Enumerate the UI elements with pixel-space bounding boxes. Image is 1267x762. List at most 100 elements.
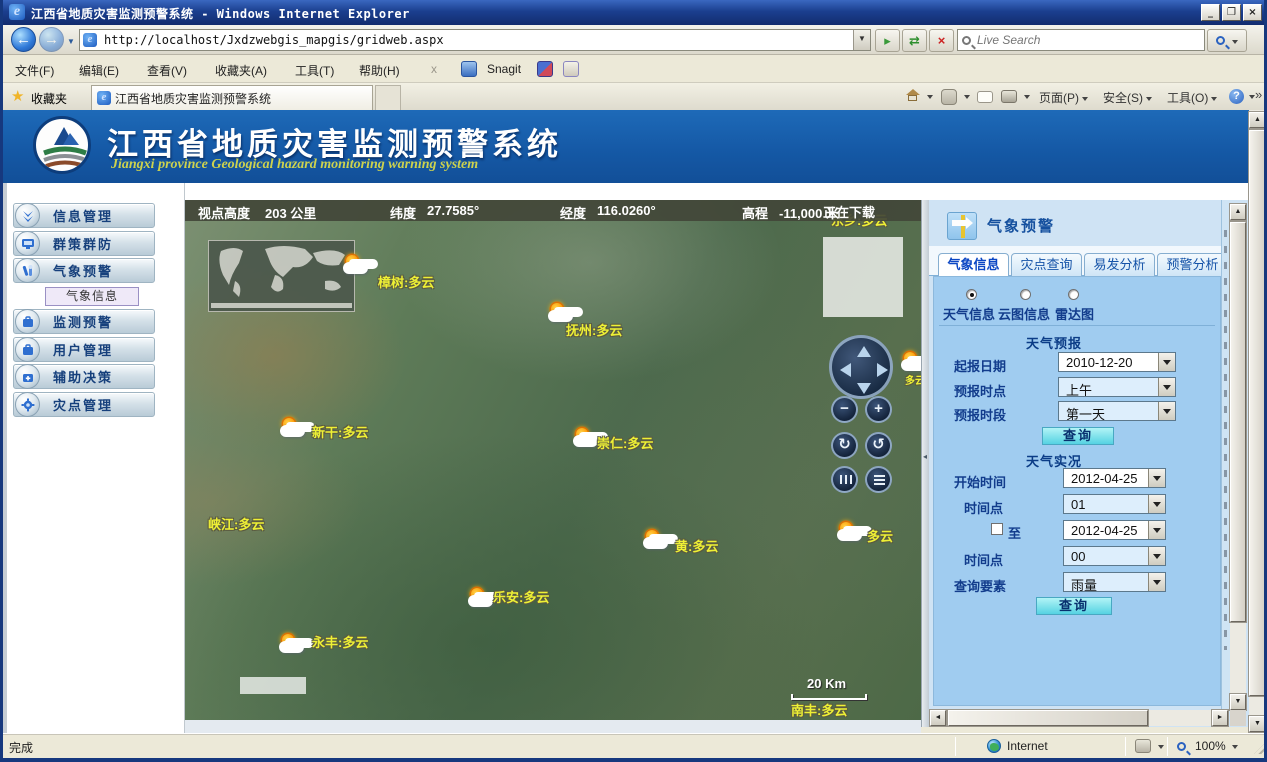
panel-scroll-down-button[interactable]: ▼: [1230, 694, 1246, 710]
search-box[interactable]: [957, 29, 1205, 51]
printer-icon[interactable]: [1001, 90, 1017, 103]
tab-hazard-query[interactable]: 灾点查询: [1011, 253, 1082, 276]
rss-icon[interactable]: [941, 89, 957, 105]
combo-arrow-icon[interactable]: [1158, 402, 1175, 420]
sidebar-item-weather-warning[interactable]: 气象预警: [13, 258, 155, 283]
weather-station-label[interactable]: 黄:多云: [675, 536, 718, 555]
rss-dropdown-icon[interactable]: [964, 95, 970, 99]
sidebar-item-decision-support[interactable]: 辅助决策: [13, 364, 155, 389]
radio-radar-image[interactable]: [1068, 289, 1079, 300]
sun-cloud-icon[interactable]: [343, 255, 373, 277]
tab-warning-analysis[interactable]: 预警分析: [1157, 253, 1228, 276]
zoom-level-button[interactable]: 100%: [1195, 739, 1226, 753]
radio-weather-info[interactable]: [966, 289, 977, 300]
live-hour-select[interactable]: 01: [1063, 494, 1166, 514]
sidebar-item-info-mgmt[interactable]: 信息管理: [13, 203, 155, 228]
snagit-label[interactable]: Snagit: [483, 60, 525, 78]
search-options-icon[interactable]: [1232, 40, 1238, 44]
live-query-button[interactable]: 查询: [1036, 597, 1112, 615]
history-dropdown-icon[interactable]: ▼: [67, 37, 75, 46]
live-element-select[interactable]: 雨量: [1063, 572, 1166, 592]
weather-station-label[interactable]: 樟树:多云: [378, 272, 434, 291]
menu-tools[interactable]: 工具(T): [291, 60, 338, 81]
search-input[interactable]: [975, 32, 1204, 48]
favorites-button[interactable]: 收藏夹: [31, 90, 67, 107]
sidebar-item-monitor-warning[interactable]: 监测预警: [13, 309, 155, 334]
live-hour2-select[interactable]: 00: [1063, 546, 1166, 566]
tools-menu-button[interactable]: 工具(O): [1167, 89, 1217, 106]
zoom-dropdown-icon[interactable]: [1232, 745, 1238, 749]
weather-station-label[interactable]: 崇仁:多云: [597, 433, 653, 452]
live-start-select[interactable]: 2012-04-25: [1063, 468, 1166, 488]
restore-button[interactable]: ❐: [1222, 4, 1241, 21]
weather-station-label[interactable]: 永丰:多云: [312, 632, 368, 651]
chevron-more-icon[interactable]: »: [1255, 87, 1262, 102]
tilt-up-button[interactable]: [831, 466, 858, 493]
menu-file[interactable]: 文件(F): [11, 60, 58, 81]
map-pan-control[interactable]: [829, 335, 893, 399]
forecast-time-select[interactable]: 上午: [1058, 377, 1176, 397]
main-vscroll-thumb[interactable]: [1249, 130, 1266, 696]
radio-label-cloud[interactable]: 云图信息: [998, 304, 1050, 323]
combo-arrow-icon[interactable]: [1158, 378, 1175, 396]
sun-cloud-icon[interactable]: [837, 522, 867, 544]
weather-station-label[interactable]: 南丰:多云: [791, 700, 847, 719]
rotate-ccw-button[interactable]: ↺: [865, 432, 892, 459]
address-bar[interactable]: e ▼: [79, 29, 871, 51]
tab-current[interactable]: e 江西省地质灾害监测预警系统: [91, 85, 373, 110]
resize-grip[interactable]: [1254, 740, 1267, 754]
sun-cloud-icon[interactable]: [279, 634, 309, 656]
sidebar-item-hazard-mgmt[interactable]: 灾点管理: [13, 392, 155, 417]
to-checkbox[interactable]: [991, 523, 1003, 535]
go-button[interactable]: ▸: [875, 29, 900, 52]
sun-cloud-icon[interactable]: [901, 352, 921, 374]
home-button[interactable]: [908, 95, 917, 101]
forecast-date-select[interactable]: 2010-12-20: [1058, 352, 1176, 372]
radio-cloud-image[interactable]: [1020, 289, 1031, 300]
sidebar-subitem-weather-info[interactable]: 气象信息: [45, 287, 139, 306]
weather-station-label[interactable]: 多云: [867, 526, 893, 545]
pan-left-icon[interactable]: [840, 363, 851, 377]
tab-susceptibility[interactable]: 易发分析: [1084, 253, 1155, 276]
forecast-period-select[interactable]: 第一天: [1058, 401, 1176, 421]
combo-arrow-icon[interactable]: [1148, 521, 1165, 539]
radio-label-radar[interactable]: 雷达图: [1055, 304, 1094, 323]
zoom-out-button[interactable]: −: [831, 396, 858, 423]
menu-favorites[interactable]: 收藏夹(A): [211, 60, 271, 81]
combo-arrow-icon[interactable]: [1148, 495, 1165, 513]
panel-scroll-up-button[interactable]: ▲: [1230, 204, 1246, 220]
address-input[interactable]: [100, 33, 853, 47]
panel-scroll-right-button[interactable]: ►: [1212, 710, 1228, 726]
sun-cloud-icon[interactable]: [280, 418, 310, 440]
weather-station-label[interactable]: 抚州:多云: [566, 320, 622, 339]
sun-cloud-icon[interactable]: [643, 530, 673, 552]
combo-arrow-icon[interactable]: [1148, 573, 1165, 591]
safety-menu-button[interactable]: 安全(S): [1103, 89, 1152, 106]
weather-station-label[interactable]: 乐安:多云: [493, 587, 549, 606]
weather-station-label[interactable]: 峡江:多云: [208, 514, 264, 533]
protected-mode-dropdown-icon[interactable]: [1158, 745, 1164, 749]
snagit-editor-icon[interactable]: [563, 61, 579, 77]
panel-vscroll-thumb[interactable]: [1230, 222, 1246, 622]
sidebar-item-user-mgmt[interactable]: 用户管理: [13, 337, 155, 362]
map-viewport[interactable]: 樟树:多云 抚州:多云 东乡:多云 新干:多云 崇仁:多云 峡江:多云 黄:多云…: [185, 200, 921, 720]
pan-down-icon[interactable]: [857, 383, 871, 394]
combo-arrow-icon[interactable]: [1148, 547, 1165, 565]
refresh-button[interactable]: ⇄: [902, 29, 927, 52]
radio-label-weather[interactable]: 天气信息: [943, 304, 995, 323]
print-dropdown-icon[interactable]: [1024, 95, 1030, 99]
tab-new-stub[interactable]: [375, 85, 401, 110]
sidebar-item-mass-prevention[interactable]: 群策群防: [13, 231, 155, 256]
close-button[interactable]: ×: [1243, 4, 1262, 21]
snagit-icon[interactable]: [461, 61, 477, 77]
minimize-button[interactable]: _: [1201, 4, 1220, 21]
search-go-button[interactable]: [1207, 29, 1247, 52]
combo-arrow-icon[interactable]: [1148, 469, 1165, 487]
help-button[interactable]: ?: [1229, 89, 1244, 104]
home-dropdown-icon[interactable]: [927, 95, 933, 99]
live-end-select[interactable]: 2012-04-25: [1063, 520, 1166, 540]
address-dropdown-button[interactable]: ▼: [853, 30, 870, 50]
menu-edit[interactable]: 编辑(E): [75, 60, 123, 81]
mail-icon[interactable]: [977, 91, 993, 103]
panel-splitter[interactable]: ◂: [921, 200, 929, 727]
